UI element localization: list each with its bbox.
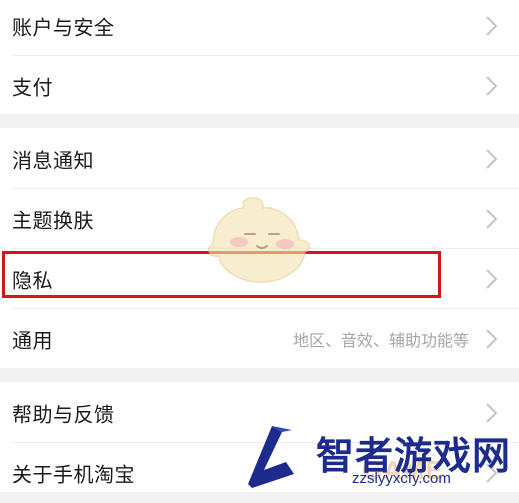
settings-item-subtitle: 地区、音效、辅助功能等 [292, 331, 469, 350]
chevron-right-icon [486, 269, 498, 289]
settings-item-notifications[interactable]: 消息通知 [0, 129, 519, 189]
chevron-right-icon [486, 76, 498, 96]
settings-item-label: 通用 [12, 328, 53, 353]
chevron-right-icon [486, 403, 498, 423]
settings-item-label: 支付 [12, 75, 53, 100]
chevron-right-icon [486, 209, 498, 229]
settings-item-label: 消息通知 [12, 148, 94, 173]
settings-item-general[interactable]: 通用 地区、音效、辅助功能等 [0, 309, 519, 369]
mascot-sticker [208, 197, 310, 283]
chevron-right-icon [486, 149, 498, 169]
settings-group-account: 账户与安全 支付 [0, 0, 519, 114]
settings-item-label: 帮助与反馈 [12, 402, 115, 427]
settings-item-label: 主题换肤 [12, 208, 94, 233]
settings-item-label: 账户与安全 [12, 15, 115, 40]
chevron-right-icon [486, 16, 498, 36]
settings-item-payment[interactable]: 支付 [0, 56, 519, 116]
settings-item-label: 关于手机淘宝 [12, 462, 135, 487]
chevron-right-icon [486, 329, 498, 349]
watermark-logo [248, 426, 294, 488]
settings-item-account-security[interactable]: 账户与安全 [0, 0, 519, 56]
watermark-url: zzslyyxcfy.com [352, 470, 451, 487]
